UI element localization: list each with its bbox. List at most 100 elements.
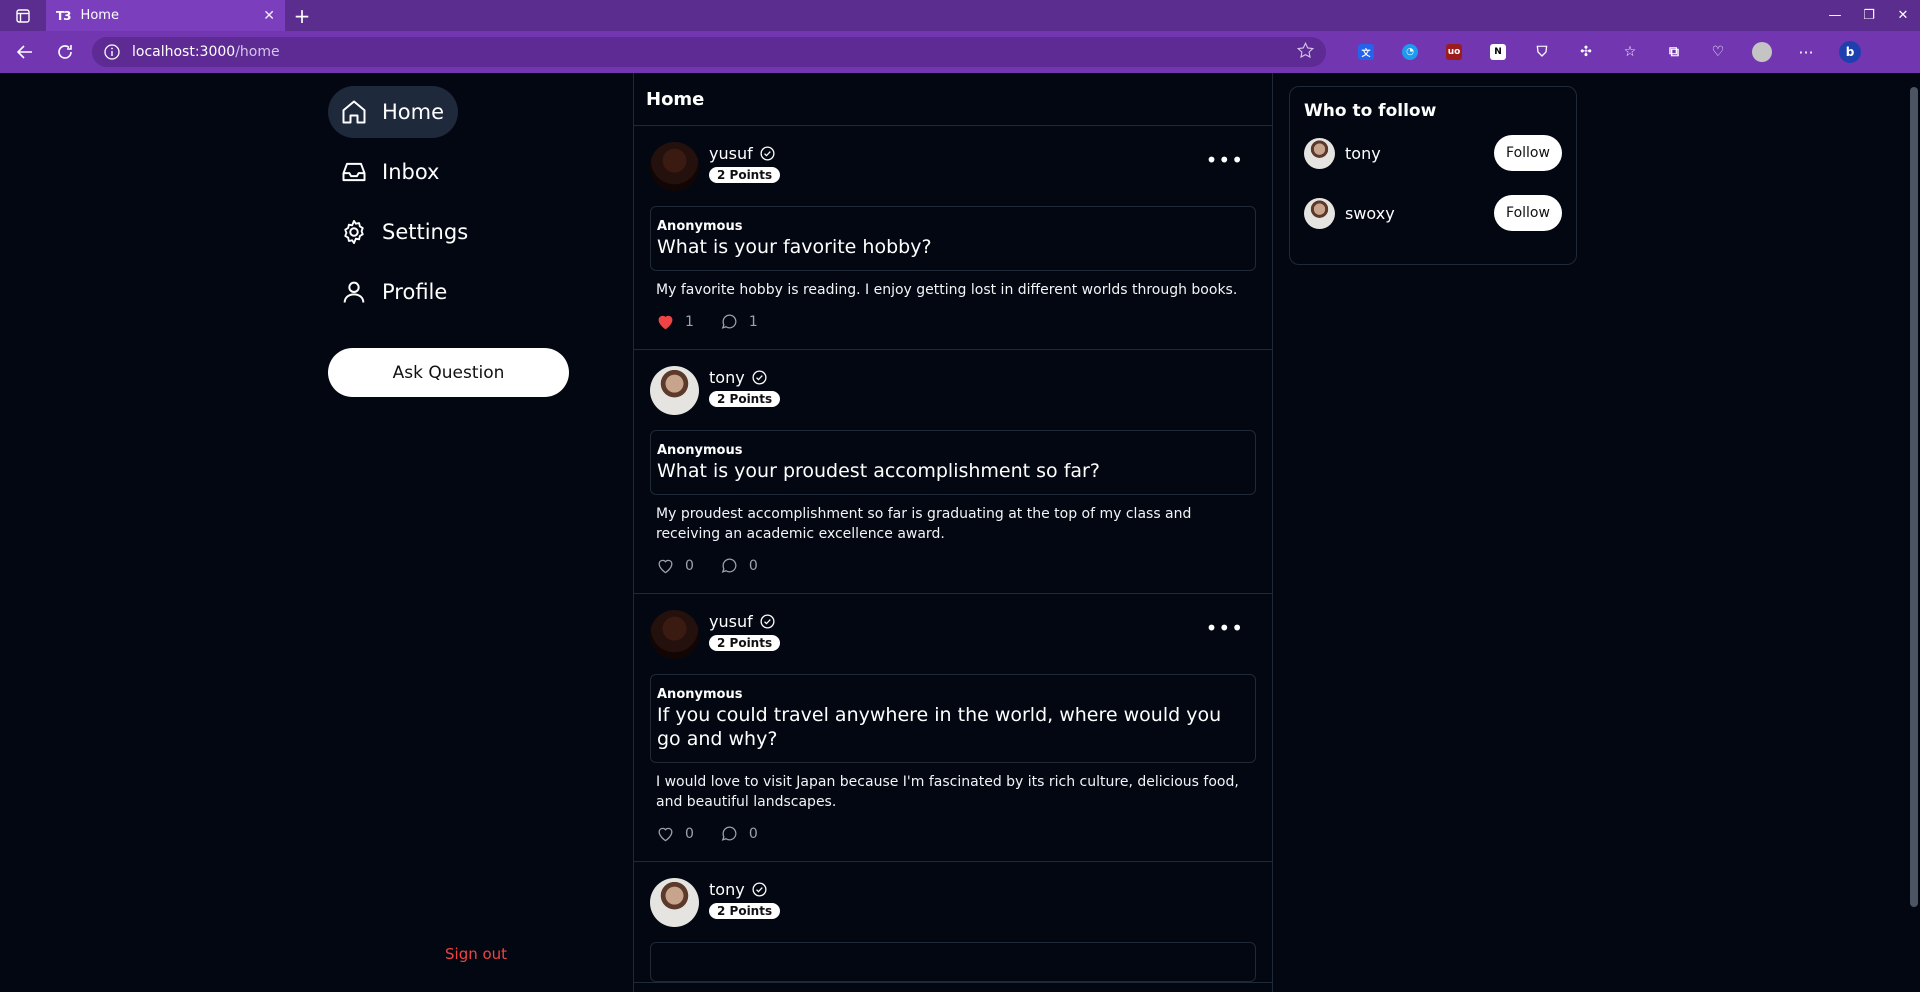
comment-button[interactable]: 0: [720, 824, 758, 843]
browser-toolbar: localhost:3000/home 文 ◔ uo N ⛉ ✣ ☆ ⧉ ♡ ·…: [0, 31, 1920, 73]
post-card: yusuf 2 Points ••• Anonymous If you coul…: [634, 594, 1272, 863]
heart-filled-icon: [658, 315, 673, 330]
minimize-icon[interactable]: —: [1818, 0, 1852, 31]
comment-count: 1: [748, 313, 758, 330]
left-sidebar: Home Inbox Settings Profile Ask Question…: [328, 73, 593, 992]
extensions-puzzle-icon[interactable]: ✣: [1564, 35, 1608, 69]
who-to-follow-panel: Who to follow tony Follow swoxy Follow: [1289, 86, 1577, 265]
like-count: 0: [685, 825, 694, 842]
extensions-area: 文 ◔ uo N ⛉ ✣ ☆ ⧉ ♡ ··· b: [1344, 35, 1872, 69]
nav-item-inbox[interactable]: Inbox: [328, 146, 453, 198]
avatar[interactable]: [650, 610, 699, 660]
profile-avatar-icon[interactable]: [1740, 35, 1784, 69]
like-button[interactable]: 0: [656, 556, 694, 575]
comment-count: 0: [748, 557, 758, 574]
answer-text: I would love to visit Japan because I'm …: [656, 773, 1239, 811]
sync-extension-icon[interactable]: ◔: [1388, 35, 1432, 69]
nav-item-profile[interactable]: Profile: [328, 266, 461, 318]
post-username[interactable]: tony: [709, 368, 745, 387]
user-icon: [343, 281, 365, 303]
translate-extension-icon[interactable]: 文: [1344, 35, 1388, 69]
settings-more-icon[interactable]: ···: [1784, 35, 1828, 69]
who-to-follow-title: Who to follow: [1304, 101, 1437, 121]
post-actions: 1 1: [650, 300, 1256, 349]
back-icon[interactable]: [8, 35, 42, 69]
feed-title: Home: [634, 73, 1272, 126]
home-icon: [342, 100, 366, 124]
post-actions: 0 0: [650, 544, 1256, 593]
page-scrollbar[interactable]: [1908, 73, 1920, 992]
question-box: Anonymous If you could travel anywhere i…: [650, 674, 1256, 763]
points-badge: 2 Points: [709, 391, 781, 408]
comment-icon: [721, 558, 737, 574]
verified-check-icon: [760, 146, 775, 161]
refresh-icon[interactable]: [48, 35, 82, 69]
suggestion-name[interactable]: tony: [1345, 144, 1484, 163]
post-username[interactable]: yusuf: [709, 144, 753, 163]
follow-button[interactable]: Follow: [1494, 195, 1562, 231]
more-options-icon[interactable]: •••: [1206, 616, 1244, 640]
tab-close-icon[interactable]: ✕: [263, 8, 275, 24]
question-text: What is your favorite hobby?: [657, 236, 932, 258]
window-close-icon[interactable]: ✕: [1886, 0, 1920, 31]
like-count: 1: [685, 313, 694, 330]
sign-out-link[interactable]: Sign out: [445, 945, 507, 963]
notion-extension-icon[interactable]: N: [1476, 35, 1520, 69]
avatar[interactable]: [1304, 137, 1335, 169]
like-button[interactable]: 0: [656, 824, 694, 843]
avatar[interactable]: [650, 366, 699, 416]
window-controls: — ❐ ✕: [1818, 0, 1920, 31]
post-card: tony 2 Points: [634, 862, 1272, 984]
question-box: Anonymous What is your proudest accompli…: [650, 430, 1256, 495]
avatar[interactable]: [650, 142, 699, 191]
site-info-icon[interactable]: [104, 44, 120, 60]
question-author: Anonymous: [657, 443, 743, 459]
feed-column: Home yusuf 2 Points ••• Anonymous What i…: [633, 73, 1273, 992]
points-badge: 2 Points: [709, 635, 781, 652]
nav-label-home: Home: [382, 100, 445, 124]
collections-icon[interactable]: ⧉: [1652, 35, 1696, 69]
answer-text: My favorite hobby is reading. I enjoy ge…: [656, 281, 1238, 298]
suggestion-name[interactable]: swoxy: [1345, 204, 1484, 223]
like-button[interactable]: 1: [656, 312, 694, 331]
new-tab-icon[interactable]: +: [285, 0, 319, 31]
post-card: tony 2 Points Anonymous What is your pro…: [634, 350, 1272, 595]
favorite-star-icon[interactable]: [1296, 41, 1315, 63]
address-bar[interactable]: localhost:3000/home: [92, 37, 1326, 67]
scrollbar-thumb[interactable]: [1910, 87, 1918, 907]
post-username[interactable]: yusuf: [709, 612, 753, 631]
favorites-icon[interactable]: ☆: [1608, 35, 1652, 69]
question-box: [650, 942, 1256, 983]
avatar[interactable]: [1304, 197, 1335, 229]
performance-icon[interactable]: ♡: [1696, 35, 1740, 69]
like-count: 0: [685, 557, 694, 574]
bing-copilot-icon[interactable]: b: [1828, 35, 1872, 69]
ublock-extension-icon[interactable]: uo: [1432, 35, 1476, 69]
browser-tab-home[interactable]: T3 Home ✕: [46, 0, 285, 31]
url-path: /home: [235, 44, 280, 60]
follow-button[interactable]: Follow: [1494, 135, 1562, 171]
url-host: localhost:3000: [132, 44, 236, 60]
post-username[interactable]: tony: [709, 880, 745, 899]
restore-icon[interactable]: ❐: [1852, 0, 1886, 31]
comment-button[interactable]: 0: [720, 556, 758, 575]
heart-icon: [658, 560, 673, 574]
question-author: Anonymous: [657, 687, 743, 703]
comment-icon: [721, 827, 737, 842]
comment-count: 0: [748, 825, 758, 842]
ask-question-button[interactable]: Ask Question: [328, 348, 569, 397]
comment-icon: [721, 314, 737, 329]
comment-button[interactable]: 1: [720, 312, 758, 331]
tab-favicon: T3: [56, 8, 72, 23]
nav-item-home[interactable]: Home: [328, 86, 459, 138]
tab-actions-icon[interactable]: [0, 0, 46, 31]
shield-extension-icon[interactable]: ⛉: [1520, 35, 1564, 69]
points-badge: 2 Points: [709, 903, 781, 920]
verified-check-icon: [752, 370, 767, 385]
nav-label-inbox: Inbox: [382, 160, 440, 184]
more-options-icon[interactable]: •••: [1206, 148, 1244, 172]
avatar[interactable]: [650, 878, 699, 928]
verified-check-icon: [760, 614, 775, 629]
follow-suggestion: tony Follow: [1304, 133, 1562, 173]
nav-item-settings[interactable]: Settings: [328, 206, 482, 258]
